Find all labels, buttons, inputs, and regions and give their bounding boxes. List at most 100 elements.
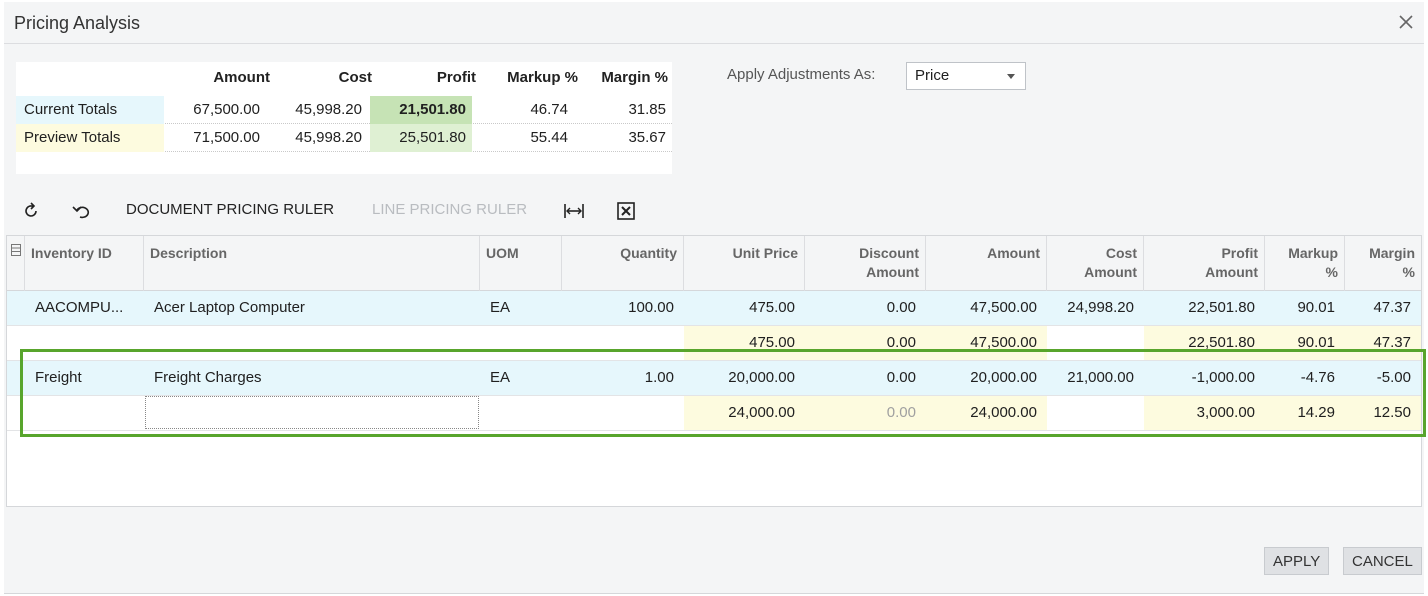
preview-totals-label: Preview Totals — [16, 124, 164, 152]
apply-adjustments-value: Price — [915, 67, 950, 84]
table-row[interactable]: Freight Freight Charges EA 1.00 20,000.0… — [7, 361, 1421, 396]
preview-margin: 35.67 — [628, 129, 666, 146]
cell-markup[interactable]: 90.01 — [1265, 326, 1345, 360]
table-row-preview[interactable]: 475.00 0.00 47,500.00 22,501.80 90.01 47… — [7, 326, 1421, 361]
dialog-title: Pricing Analysis — [14, 13, 141, 33]
cell-uom[interactable]: EA — [480, 361, 562, 395]
totals-header-markup: Markup % — [507, 69, 578, 86]
cell-profit: -1,000.00 — [1191, 369, 1255, 386]
grid-header: Inventory ID Description UOM Quantity Un… — [7, 236, 1421, 291]
fit-columns-icon[interactable] — [563, 202, 585, 220]
totals-header-amount: Amount — [213, 69, 270, 86]
cell-description-active[interactable] — [145, 396, 479, 429]
pricing-grid: Inventory ID Description UOM Quantity Un… — [6, 235, 1422, 507]
preview-cost: 45,998.20 — [295, 129, 362, 146]
column-amount[interactable]: Amount — [926, 236, 1047, 291]
cell-markup[interactable]: -4.76 — [1265, 361, 1345, 395]
cell-inventory-id[interactable]: AACOMPU... — [25, 291, 144, 325]
cell-discount[interactable]: 0.00 — [805, 396, 926, 430]
column-cost-line1: Cost — [1105, 245, 1137, 261]
cell-profit: 22,501.80 — [1188, 299, 1255, 316]
column-discount-line1: Discount — [859, 245, 919, 261]
cell-quantity[interactable]: 100.00 — [562, 291, 684, 325]
cell-profit[interactable]: 22,501.80 — [1144, 326, 1265, 360]
cell-discount[interactable]: 0.00 — [805, 361, 926, 395]
totals-header-profit: Profit — [436, 69, 476, 86]
cell-amount[interactable]: 20,000.00 — [926, 361, 1047, 395]
cell-unit-price[interactable]: 20,000.00 — [684, 361, 805, 395]
cell-uom[interactable]: EA — [480, 291, 562, 325]
current-totals-row: Current Totals 67,500.00 45,998.20 21,50… — [16, 96, 672, 124]
title-bar: Pricing Analysis — [4, 2, 1424, 44]
preview-amount: 71,500.00 — [193, 129, 260, 146]
current-totals-label: Current Totals — [16, 96, 164, 124]
current-markup: 46.74 — [530, 101, 568, 118]
cell-margin[interactable]: -5.00 — [1345, 361, 1421, 395]
column-markup-line1: Markup — [1288, 245, 1338, 261]
column-cost-amount[interactable]: Cost Amount — [1047, 236, 1144, 291]
cell-cost: 24,998.20 — [1067, 299, 1134, 316]
apply-adjustments-select[interactable]: Price — [906, 62, 1026, 90]
cancel-button[interactable]: CANCEL — [1343, 547, 1422, 575]
cell-amount[interactable]: 47,500.00 — [926, 291, 1047, 325]
cell-quantity — [562, 326, 684, 360]
current-margin: 31.85 — [628, 101, 666, 118]
column-markup-line2: % — [1325, 264, 1338, 280]
column-discount-line2: Amount — [866, 264, 919, 280]
cell-amount[interactable]: 47,500.00 — [926, 326, 1047, 360]
cell-discount[interactable]: 0.00 — [805, 291, 926, 325]
column-inventory-id[interactable]: Inventory ID — [25, 236, 144, 291]
cell-discount[interactable]: 0.00 — [805, 326, 926, 360]
column-discount-amount[interactable]: Discount Amount — [805, 236, 926, 291]
cell-margin[interactable]: 47.37 — [1345, 291, 1421, 325]
excel-export-icon[interactable] — [617, 202, 635, 220]
column-unit-price[interactable]: Unit Price — [684, 236, 805, 291]
preview-totals-row: Preview Totals 71,500.00 45,998.20 25,50… — [16, 124, 672, 152]
cell-unit-price[interactable]: 24,000.00 — [684, 396, 805, 430]
apply-button[interactable]: APPLY — [1264, 547, 1330, 575]
totals-table: Amount Cost Profit Markup % Margin % Cur… — [16, 62, 672, 174]
cell-margin[interactable]: 47.37 — [1345, 326, 1421, 360]
cell-quantity[interactable]: 1.00 — [562, 361, 684, 395]
current-profit: 21,501.80 — [370, 96, 472, 124]
cell-description[interactable]: Acer Laptop Computer — [144, 291, 480, 325]
column-description[interactable]: Description — [144, 236, 480, 291]
cell-margin[interactable]: 12.50 — [1345, 396, 1421, 430]
grid-toolbar: DOCUMENT PRICING RULER LINE PRICING RULE… — [4, 194, 704, 226]
column-chooser-icon — [11, 244, 21, 256]
cell-quantity — [562, 396, 684, 430]
cell-description — [144, 326, 480, 360]
pricing-analysis-dialog: Pricing Analysis Amount Cost Profit Mark… — [4, 2, 1426, 594]
table-row[interactable]: AACOMPU... Acer Laptop Computer EA 100.0… — [7, 291, 1421, 326]
chevron-down-icon — [1007, 74, 1015, 79]
cell-markup[interactable]: 14.29 — [1265, 396, 1345, 430]
cell-unit-price[interactable]: 475.00 — [684, 291, 805, 325]
preview-profit: 25,501.80 — [370, 124, 472, 152]
current-cost: 45,998.20 — [295, 101, 362, 118]
column-profit-line1: Profit — [1221, 245, 1258, 261]
cell-markup[interactable]: 90.01 — [1265, 291, 1345, 325]
column-cost-line2: Amount — [1084, 264, 1137, 280]
apply-adjustments-label: Apply Adjustments As: — [727, 66, 876, 83]
refresh-icon[interactable] — [22, 202, 40, 220]
cell-cost: 21,000.00 — [1067, 369, 1134, 386]
undo-icon[interactable] — [72, 202, 92, 220]
cell-unit-price[interactable]: 475.00 — [684, 326, 805, 360]
column-uom[interactable]: UOM — [480, 236, 562, 291]
cell-uom — [480, 326, 562, 360]
column-margin[interactable]: Margin % — [1345, 236, 1421, 291]
cell-inventory-id[interactable]: Freight — [25, 361, 144, 395]
column-markup[interactable]: Markup % — [1265, 236, 1345, 291]
column-quantity[interactable]: Quantity — [562, 236, 684, 291]
cell-amount[interactable]: 24,000.00 — [926, 396, 1047, 430]
close-icon[interactable] — [1398, 14, 1414, 30]
document-pricing-ruler-button[interactable]: DOCUMENT PRICING RULER — [126, 194, 334, 226]
cell-description[interactable]: Freight Charges — [144, 361, 480, 395]
cell-inventory-id — [25, 396, 144, 430]
table-row-preview[interactable]: 24,000.00 0.00 24,000.00 3,000.00 14.29 … — [7, 396, 1421, 431]
column-selector[interactable] — [7, 236, 25, 291]
column-profit-amount[interactable]: Profit Amount — [1144, 236, 1265, 291]
line-pricing-ruler-button: LINE PRICING RULER — [372, 201, 528, 218]
column-margin-line1: Margin — [1369, 245, 1415, 261]
cell-profit[interactable]: 3,000.00 — [1144, 396, 1265, 430]
